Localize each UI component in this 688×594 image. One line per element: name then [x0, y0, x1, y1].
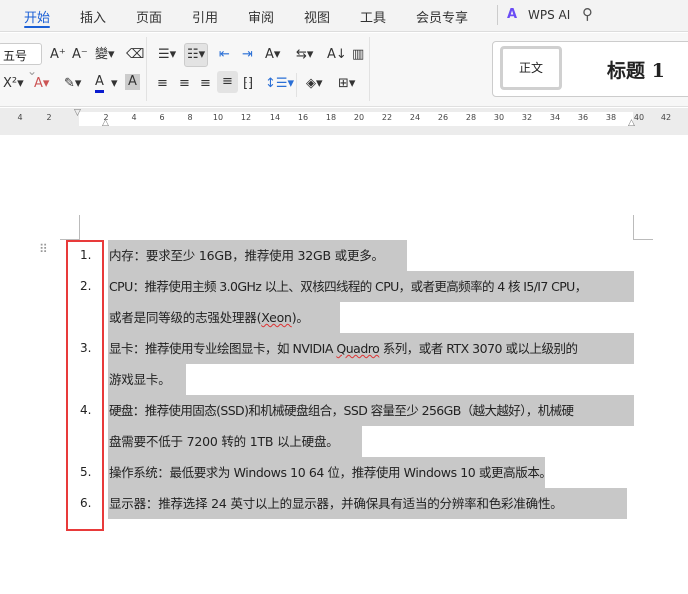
decrease-font-icon[interactable]: A⁻ [72, 47, 88, 63]
annotation-highlight-box [66, 240, 104, 531]
ruler-tick: 24 [409, 113, 421, 122]
ruler-tick: 38 [605, 113, 617, 122]
misspelled-word[interactable]: Quadro [336, 341, 379, 356]
ruler-tick: 14 [269, 113, 281, 122]
list-item-text[interactable]: 盘需要不低于 7200 转的 1TB 以上硬盘。 [108, 426, 362, 457]
list-item-text[interactable]: 显示器：推荐选择 24 英寸以上的显示器，并确保具有适当的分辨率和色彩准确性。 [108, 488, 627, 519]
bullet-list-icon[interactable]: ☰▾ [158, 47, 176, 63]
line-break-icon[interactable]: ⇆▾ [296, 47, 313, 63]
search-icon[interactable]: ⚲ [582, 5, 593, 23]
right-indent-marker-icon[interactable]: △ [628, 118, 635, 128]
menu-tabs: 开始 插入 页面 引用 审阅 视图 工具 会员专享 A WPS AI ⚲ [0, 0, 688, 32]
ruler-tick: 34 [549, 113, 561, 122]
margin-corner [60, 215, 80, 240]
ruler-tick: 8 [187, 113, 193, 122]
increase-font-icon[interactable]: A⁺ [50, 47, 66, 63]
misspelled-word[interactable]: Xeon [261, 310, 292, 325]
ruler-tick: 10 [212, 113, 224, 122]
numbered-list-icon[interactable]: ☷▾ [184, 43, 209, 67]
tab-home[interactable]: 开始 [24, 7, 51, 28]
style-heading1[interactable]: 标题 1 [607, 56, 665, 83]
ruler-tick: 18 [325, 113, 337, 122]
ruler-tick: 32 [521, 113, 533, 122]
drag-handle-icon[interactable]: ⠿ [39, 243, 48, 255]
list-item-text[interactable]: 硬盘：推荐使用固态(SSD)和机械硬盘组合，SSD 容量至少 256GB（越大越… [108, 395, 634, 426]
ruler-tick: 22 [381, 113, 393, 122]
ruler-tick: 12 [240, 113, 252, 122]
tab-references[interactable]: 引用 [192, 7, 218, 26]
text: 系列，或者 RTX 3070 或以上级别的 [379, 341, 578, 356]
text-effect-icon[interactable]: A▾ [34, 76, 49, 92]
ruler-tick: 36 [577, 113, 589, 122]
line-spacing-icon[interactable]: ↕☰▾ [265, 76, 294, 92]
margin-corner [633, 215, 653, 240]
sort-icon[interactable]: A↓ [327, 47, 347, 63]
hanging-indent-marker-icon[interactable]: △ [102, 118, 109, 128]
char-shading-icon[interactable]: A [125, 74, 140, 90]
align-right-icon[interactable]: ≡ [200, 76, 211, 92]
list-item-text[interactable]: 或者是同等级的志强处理器(Xeon)。 [108, 302, 340, 333]
phonetic-guide-icon[interactable]: 變▾ [95, 47, 115, 63]
tab-tools[interactable]: 工具 [360, 7, 386, 26]
tab-page[interactable]: 页面 [136, 7, 162, 26]
text: 或者是同等级的志强处理器( [109, 310, 262, 325]
ruler-tick: 4 [17, 113, 23, 122]
ruler-tick: 30 [493, 113, 505, 122]
list-item-text[interactable]: 内存：要求至少 16GB，推荐使用 32GB 或更多。 [108, 240, 407, 271]
font-color-icon[interactable]: A [95, 74, 104, 93]
highlight-icon[interactable]: ✎▾ [64, 76, 81, 92]
clear-format-icon[interactable]: ⌫ [126, 47, 144, 63]
style-normal[interactable]: 正文 [500, 46, 562, 90]
superscript-icon[interactable]: X²▾ [3, 76, 24, 92]
list-item-text[interactable]: 操作系统：最低要求为 Windows 10 64 位，推荐使用 Windows … [108, 457, 552, 488]
ruler-tick: 2 [46, 113, 52, 122]
distributed-icon[interactable]: ⁅⁆ [243, 76, 253, 92]
align-left-icon[interactable]: ≡ [157, 76, 168, 92]
font-size-value: 五号 [3, 49, 28, 63]
wps-ai-button[interactable]: WPS AI [528, 8, 570, 22]
ruler-tick: 42 [660, 113, 672, 122]
text: 显卡：推荐使用专业绘图显卡，如 NVIDIA [109, 341, 337, 356]
font-color-dropdown-icon[interactable]: ▾ [111, 76, 118, 92]
tab-view[interactable]: 视图 [304, 7, 330, 26]
ruler-tick: 40 [633, 113, 645, 122]
tab-insert[interactable]: 插入 [80, 7, 106, 26]
ribbon-toolbar: 五号 ⌄ A⁺ A⁻ 變▾ ⌫ X²▾ A▾ ✎▾ A ▾ A ☰▾ ☷▾ ⇤ ⇥… [0, 33, 688, 107]
font-size-select[interactable]: 五号 ⌄ [0, 43, 42, 78]
increase-indent-icon[interactable]: ⇥ [242, 47, 253, 63]
ruler[interactable]: 4 2 2 4 6 8 10 12 14 16 18 20 22 24 26 28 30 32 34 36 38 40 42… [0, 108, 688, 135]
ruler-tick: 16 [297, 113, 309, 122]
ruler-tick: 26 [437, 113, 449, 122]
list-item-text[interactable]: 游戏显卡。 [108, 364, 186, 395]
borders-icon[interactable]: ⊞▾ [338, 76, 355, 92]
tab-member[interactable]: 会员专享 [416, 7, 468, 26]
wps-ai-logo-icon: A [507, 7, 518, 22]
text-direction-icon[interactable]: A▾ [265, 47, 280, 63]
ruler-tick: 6 [159, 113, 165, 122]
list-item-text[interactable]: CPU：推荐使用主频 3.0GHz 以上、双核四线程的 CPU，或者更高频率的 … [108, 271, 634, 302]
tab-review[interactable]: 审阅 [248, 7, 274, 26]
list-item-text[interactable]: 显卡：推荐使用专业绘图显卡，如 NVIDIA Quadro 系列，或者 RTX … [108, 333, 634, 364]
tab-stops-icon[interactable]: ▥ [352, 47, 364, 63]
justify-icon[interactable]: ≡ [217, 71, 238, 93]
first-indent-marker-icon[interactable]: ▽ [74, 108, 81, 118]
styles-gallery: 正文 标题 1 [492, 41, 688, 97]
divider [497, 5, 498, 25]
text: )。 [291, 310, 309, 325]
ruler-tick: 28 [465, 113, 477, 122]
ruler-tick: 20 [353, 113, 365, 122]
ruler-tick: 4 [131, 113, 137, 122]
align-center-icon[interactable]: ≡ [179, 76, 190, 92]
decrease-indent-icon[interactable]: ⇤ [219, 47, 230, 63]
shading-icon[interactable]: ◈▾ [306, 76, 323, 92]
